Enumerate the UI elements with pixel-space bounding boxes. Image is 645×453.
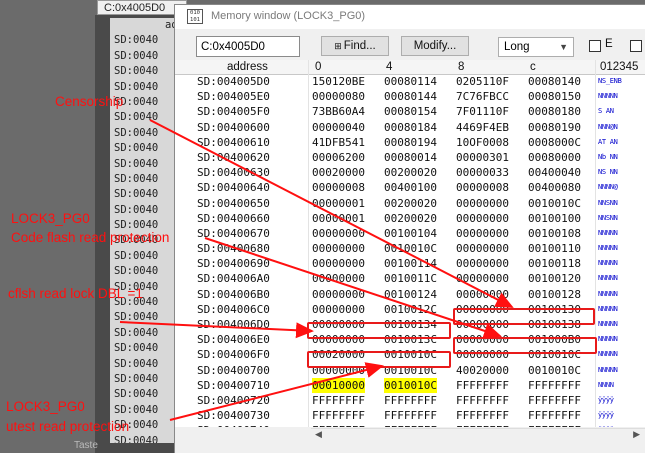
arrow-utest (169, 362, 384, 421)
annotation-lock3-utest: LOCK3_PG0 (6, 399, 85, 414)
annotation-lock3-code: LOCK3_PG0 (11, 211, 90, 226)
background-fragment-text: Taste (74, 440, 98, 451)
annotation-code-flash-protection: Code flash read protection (11, 230, 170, 245)
annotation-cflsh-read-lock: cflsh read lock DBL =1 (8, 286, 143, 301)
annotation-censorship: Censorship (55, 94, 124, 109)
annotation-arrows (119, 119, 514, 421)
arrow-code-flash (204, 237, 502, 339)
arrow-cflsh (119, 321, 314, 339)
annotation-utest-protection: utest read protection (6, 419, 130, 434)
